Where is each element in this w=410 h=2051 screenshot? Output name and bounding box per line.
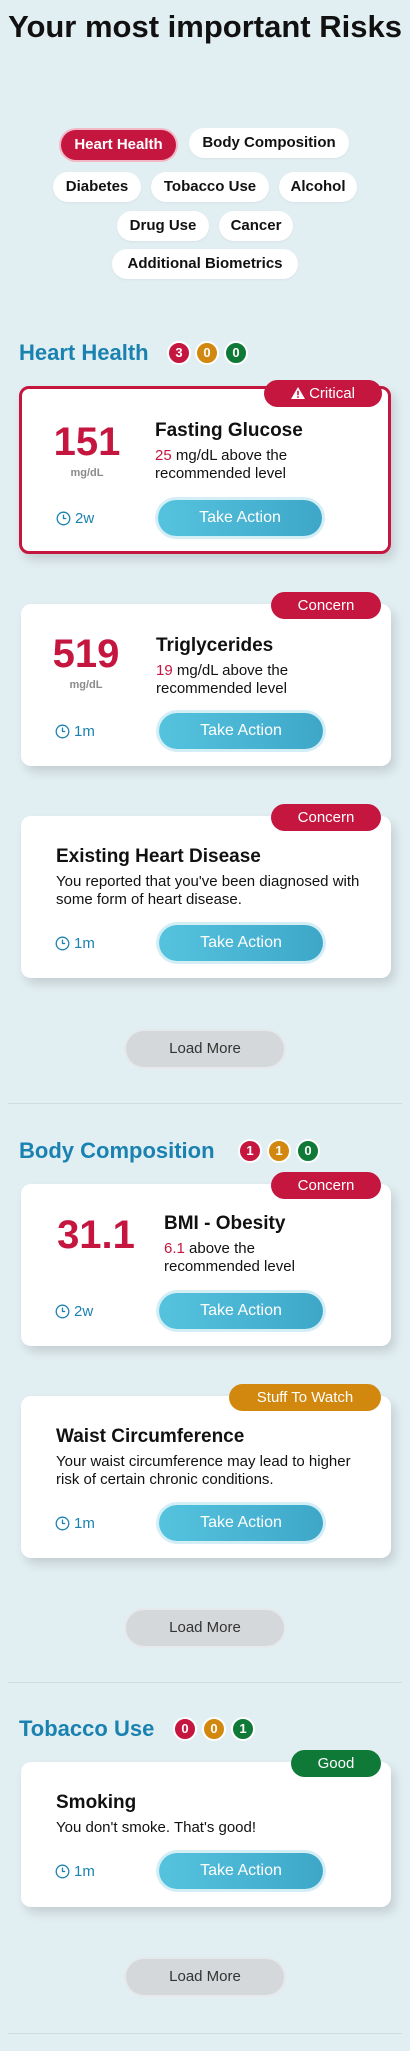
time-label: 1m bbox=[74, 1515, 95, 1532]
card-description: 25 mg/dL above the recommended level bbox=[155, 447, 335, 483]
take-action-button[interactable]: Take Action bbox=[158, 500, 322, 536]
risk-card-fasting-glucose: Critical 151 mg/dL Fasting Glucose 25 mg… bbox=[19, 380, 391, 554]
critical-count-badge: 0 bbox=[173, 1717, 197, 1741]
good-count-badge: 0 bbox=[224, 341, 248, 365]
take-action-button[interactable]: Take Action bbox=[159, 925, 323, 961]
clock-icon bbox=[55, 936, 70, 951]
take-action-button[interactable]: Take Action bbox=[159, 713, 323, 749]
time-indicator: 2w bbox=[56, 510, 94, 528]
card-description: 19 mg/dL above the recommended level bbox=[156, 662, 336, 698]
card-title: Fasting Glucose bbox=[155, 420, 303, 441]
critical-count-badge: 3 bbox=[167, 341, 191, 365]
section-divider bbox=[8, 2033, 402, 2034]
metric-unit: mg/dL bbox=[70, 467, 104, 479]
metric-value: 151 bbox=[53, 420, 121, 464]
take-action-button[interactable]: Take Action bbox=[159, 1853, 323, 1889]
risk-card-existing-heart-disease: Concern Existing Heart Disease You repor… bbox=[21, 804, 391, 978]
card-title: Existing Heart Disease bbox=[56, 846, 261, 867]
status-badge-concern: Concern bbox=[271, 804, 381, 831]
card-description: You reported that you've been diagnosed … bbox=[56, 873, 360, 908]
time-label: 1m bbox=[74, 935, 95, 952]
time-label: 1m bbox=[74, 1863, 95, 1880]
filter-chip-body-composition[interactable]: Body Composition bbox=[189, 128, 349, 158]
section-title: Body Composition bbox=[19, 1138, 215, 1163]
concern-count-badge: 0 bbox=[195, 341, 219, 365]
warning-icon bbox=[291, 387, 306, 399]
status-badge-label: Critical bbox=[309, 385, 355, 402]
filter-chip-additional-biometrics[interactable]: Additional Biometrics bbox=[112, 249, 298, 279]
take-action-button[interactable]: Take Action bbox=[159, 1505, 323, 1541]
section-divider bbox=[8, 1682, 402, 1683]
section-divider bbox=[8, 1103, 402, 1104]
concern-count-badge: 1 bbox=[267, 1139, 291, 1163]
card-description: Your waist circumference may lead to hig… bbox=[56, 1453, 351, 1488]
filter-chip-diabetes[interactable]: Diabetes bbox=[53, 172, 141, 202]
status-badge-stuff-to-watch: Stuff To Watch bbox=[229, 1384, 381, 1411]
card-description-highlight: 6.1 bbox=[164, 1240, 185, 1257]
filter-chip-tobacco-use[interactable]: Tobacco Use bbox=[151, 172, 269, 202]
concern-count-badge: 0 bbox=[202, 1717, 226, 1741]
clock-icon bbox=[55, 1304, 70, 1319]
load-more-button[interactable]: Load More bbox=[126, 1031, 284, 1067]
risk-card-triglycerides: Concern 519 mg/dL Triglycerides 19 mg/dL… bbox=[21, 592, 391, 766]
metric-unit: mg/dL bbox=[69, 679, 103, 691]
time-label: 1m bbox=[74, 723, 95, 740]
take-action-button[interactable]: Take Action bbox=[159, 1293, 323, 1329]
load-more-button[interactable]: Load More bbox=[126, 1959, 284, 1995]
good-count-badge: 1 bbox=[231, 1717, 255, 1741]
card-description-highlight: 25 bbox=[155, 447, 172, 464]
time-indicator: 1m bbox=[55, 1863, 95, 1881]
status-badge-concern: Concern bbox=[271, 592, 381, 619]
clock-icon bbox=[56, 511, 71, 526]
card-title: Smoking bbox=[56, 1792, 137, 1813]
clock-icon bbox=[55, 724, 70, 739]
card-description: 6.1 above the recommended level bbox=[164, 1240, 344, 1276]
page-title: Your most important Risks bbox=[8, 9, 402, 44]
time-indicator: 2w bbox=[55, 1303, 93, 1321]
time-indicator: 1m bbox=[55, 935, 95, 953]
card-description-text: mg/dL above the recommended level bbox=[156, 662, 289, 697]
status-badge-good: Good bbox=[291, 1750, 381, 1777]
good-count-badge: 0 bbox=[296, 1139, 320, 1163]
risk-card-bmi-obesity: Concern 31.1 BMI - Obesity 6.1 above the… bbox=[21, 1172, 391, 1346]
card-title: BMI - Obesity bbox=[164, 1213, 286, 1234]
risk-card-waist-circumference: Stuff To Watch Waist Circumference Your … bbox=[21, 1384, 391, 1558]
card-description-highlight: 19 bbox=[156, 662, 173, 679]
time-indicator: 1m bbox=[55, 1515, 95, 1533]
filter-chip-drug-use[interactable]: Drug Use bbox=[117, 211, 209, 241]
card-title: Triglycerides bbox=[156, 635, 274, 656]
filter-chip-alcohol[interactable]: Alcohol bbox=[279, 172, 357, 202]
risk-card-smoking: Good Smoking You don't smoke. That's goo… bbox=[21, 1750, 391, 1907]
status-badge-concern: Concern bbox=[271, 1172, 381, 1199]
time-indicator: 1m bbox=[55, 723, 95, 741]
metric-value: 519 bbox=[52, 632, 120, 676]
card-title: Waist Circumference bbox=[56, 1426, 245, 1447]
section-title: Tobacco Use bbox=[19, 1716, 155, 1741]
status-badge-critical: Critical bbox=[264, 380, 382, 407]
time-label: 2w bbox=[74, 1303, 94, 1320]
clock-icon bbox=[55, 1516, 70, 1531]
filter-chip-heart-health[interactable]: Heart Health bbox=[61, 130, 176, 160]
filter-chip-cancer[interactable]: Cancer bbox=[219, 211, 293, 241]
load-more-button[interactable]: Load More bbox=[126, 1610, 284, 1646]
section-title: Heart Health bbox=[19, 340, 149, 365]
clock-icon bbox=[55, 1864, 70, 1879]
metric-value: 31.1 bbox=[57, 1213, 135, 1257]
card-description: You don't smoke. That's good! bbox=[56, 1819, 257, 1836]
card-description-text: mg/dL above the recommended level bbox=[155, 447, 288, 482]
time-label: 2w bbox=[75, 510, 95, 527]
critical-count-badge: 1 bbox=[238, 1139, 262, 1163]
